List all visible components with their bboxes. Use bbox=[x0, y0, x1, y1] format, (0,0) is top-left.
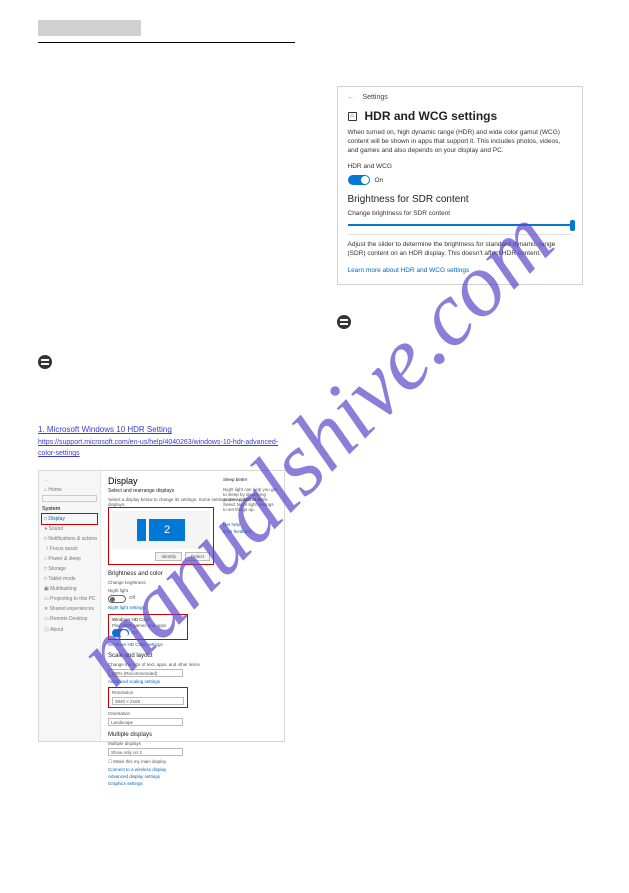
sleep-better-body: Night light can help you get to sleep by… bbox=[223, 487, 278, 512]
left-note-text: Open the settings screen with Win+I, go … bbox=[58, 355, 293, 397]
sidebar-item-focus[interactable]: ☽ Focus assist bbox=[42, 544, 97, 554]
slider-thumb[interactable] bbox=[570, 220, 575, 231]
note-line-4: Select the resolution of 3840x2160 at th… bbox=[80, 386, 289, 395]
sidebar-category: System bbox=[42, 506, 97, 512]
adv-scaling-link[interactable]: Advanced scaling settings bbox=[108, 679, 277, 684]
main-display-check[interactable]: ☐ Make this my main display bbox=[108, 759, 277, 765]
multiple-displays-label: Multiple displays bbox=[108, 741, 277, 746]
sidebar-item-projecting[interactable]: ▭ Projecting to this PC bbox=[42, 594, 97, 604]
orientation-label: Orientation bbox=[108, 711, 277, 716]
settings-sidebar: ← ⌂ Home System □ Display 🕩 Sound □ Noti… bbox=[39, 471, 101, 741]
multiple-displays-section: Multiple displays bbox=[108, 732, 277, 738]
change-brightness-label: Change brightness bbox=[108, 580, 277, 585]
monitor-picker[interactable]: 2 Identify Detect bbox=[108, 507, 214, 565]
right-intro: Open [HDR and WCG settings] from [Window… bbox=[337, 49, 592, 80]
settings-main: Display Select and rearrange displays Se… bbox=[101, 471, 284, 741]
resolution-label: Resolution bbox=[112, 690, 184, 695]
display-settings-screenshot: ← ⌂ Home System □ Display 🕩 Sound □ Noti… bbox=[38, 470, 285, 742]
scale-select[interactable]: 100% (Recommended) bbox=[108, 669, 183, 677]
hdr-title-text: HDR and WCG settings bbox=[365, 109, 498, 123]
header-rule bbox=[38, 42, 295, 43]
hdr-description: When turned on, high dynamic range (HDR)… bbox=[348, 129, 572, 155]
right-note: If the application displayed in HDR is d… bbox=[337, 315, 592, 346]
sidebar-item-sound[interactable]: 🕩 Sound bbox=[42, 524, 97, 534]
left-intro: To view this device's HDR, follow the be… bbox=[38, 49, 293, 70]
night-light-toggle[interactable] bbox=[108, 595, 126, 603]
right-panel: Sleep better Night light can help you ge… bbox=[223, 477, 278, 536]
hdr-toggle[interactable] bbox=[112, 629, 129, 637]
sidebar-item-about[interactable]: ⓘ About bbox=[42, 624, 97, 635]
sleep-better-head: Sleep better bbox=[223, 477, 278, 482]
sidebar-home[interactable]: ⌂ Home bbox=[42, 485, 97, 495]
sidebar-item-power[interactable]: ○ Power & sleep bbox=[42, 554, 97, 564]
toggle-label: HDR and WCG bbox=[348, 163, 572, 172]
ms-link-title[interactable]: 1. Microsoft Windows 10 HDR Setting bbox=[38, 424, 293, 437]
identify-button[interactable]: Identify bbox=[155, 552, 182, 561]
detect-button[interactable]: Detect bbox=[185, 552, 210, 561]
adv-display-link[interactable]: Advanced display settings bbox=[108, 774, 277, 779]
slider-label: Change brightness for SDR content bbox=[348, 210, 572, 219]
sidebar-search[interactable] bbox=[42, 495, 97, 502]
graphics-link[interactable]: Graphics settings bbox=[108, 781, 277, 786]
toggle-state: On bbox=[375, 177, 384, 184]
sdr-brightness-slider[interactable] bbox=[348, 224, 572, 226]
get-help-link[interactable]: Get help bbox=[223, 522, 278, 527]
right-note-text: If the application displayed in HDR is d… bbox=[357, 315, 592, 346]
page: Connect to phone To view this device's H… bbox=[0, 0, 629, 893]
monitor-2[interactable]: 2 bbox=[149, 519, 185, 541]
sidebar-item-notifications[interactable]: □ Notifications & actions bbox=[42, 534, 97, 544]
settings-breadcrumb[interactable]: ← Settings bbox=[348, 94, 572, 101]
brightness-sdr-head: Brightness for SDR content bbox=[348, 194, 572, 205]
sidebar-item-multitask[interactable]: ▣ Multitasking bbox=[42, 584, 97, 594]
feedback-link[interactable]: Give feedback bbox=[223, 529, 278, 534]
hdr-window-title: ⌂ HDR and WCG settings bbox=[348, 109, 572, 123]
resolution-select[interactable]: 3840 × 2160 bbox=[112, 697, 184, 705]
sidebar-item-display[interactable]: □ Display bbox=[42, 514, 97, 524]
page-title: Connect to phone bbox=[38, 20, 141, 36]
scale-sub: Change the size of text, apps, and other… bbox=[108, 662, 277, 667]
whd-sub: Play HDR games and apps bbox=[112, 623, 184, 628]
night-light-settings-link[interactable]: Night light settings bbox=[108, 605, 277, 610]
note-icon-2 bbox=[337, 315, 351, 329]
hdr-settings-window: ← Settings ⌂ HDR and WCG settings When t… bbox=[337, 86, 583, 284]
wireless-link[interactable]: Connect to a wireless display bbox=[108, 767, 277, 772]
hdr-box: Windows HD Color Play HDR games and apps… bbox=[108, 614, 188, 640]
divider bbox=[348, 234, 572, 235]
right-column: Open [HDR and WCG settings] from [Window… bbox=[337, 49, 592, 742]
home-icon[interactable]: ⌂ bbox=[348, 112, 357, 121]
learn-more-link[interactable]: Learn more about HDR and WCG settings bbox=[348, 267, 470, 274]
sidebar-item-tablet[interactable]: □ Tablet mode bbox=[42, 574, 97, 584]
adjust-text: Adjust the slider to determine the brigh… bbox=[348, 241, 572, 259]
brightness-section: Brightness and color bbox=[108, 571, 277, 577]
note-icon bbox=[38, 355, 52, 369]
monitor-1[interactable] bbox=[137, 519, 146, 541]
hdr-toggle-state: On bbox=[132, 630, 138, 635]
left-column: To view this device's HDR, follow the be… bbox=[38, 49, 293, 742]
whd-settings-link[interactable]: Windows HD Color settings bbox=[108, 642, 277, 647]
back-icon[interactable]: ← bbox=[348, 94, 355, 101]
scale-section: Scale and layout bbox=[108, 653, 277, 659]
back-arrow[interactable]: ← bbox=[42, 475, 97, 485]
sidebar-item-shared[interactable]: ✕ Shared experiences bbox=[42, 604, 97, 614]
sidebar-item-storage[interactable]: □ Storage bbox=[42, 564, 97, 574]
ms-link-url[interactable]: https://support.microsoft.com/en-us/help… bbox=[38, 437, 293, 459]
breadcrumb-text: Settings bbox=[362, 94, 387, 101]
sidebar-item-remote[interactable]: ▭ Remote Desktop bbox=[42, 614, 97, 624]
page-header: Connect to phone bbox=[38, 20, 295, 43]
left-note: Open the settings screen with Win+I, go … bbox=[38, 355, 293, 397]
hdr-wcg-toggle[interactable] bbox=[348, 175, 370, 185]
night-light-state: Off bbox=[129, 595, 135, 600]
whd-label: Windows HD Color bbox=[112, 617, 184, 622]
resolution-box: Resolution 3840 × 2160 bbox=[108, 687, 188, 708]
multiple-displays-select[interactable]: Show only on 2 bbox=[108, 748, 183, 756]
orientation-select[interactable]: Landscape bbox=[108, 718, 183, 726]
